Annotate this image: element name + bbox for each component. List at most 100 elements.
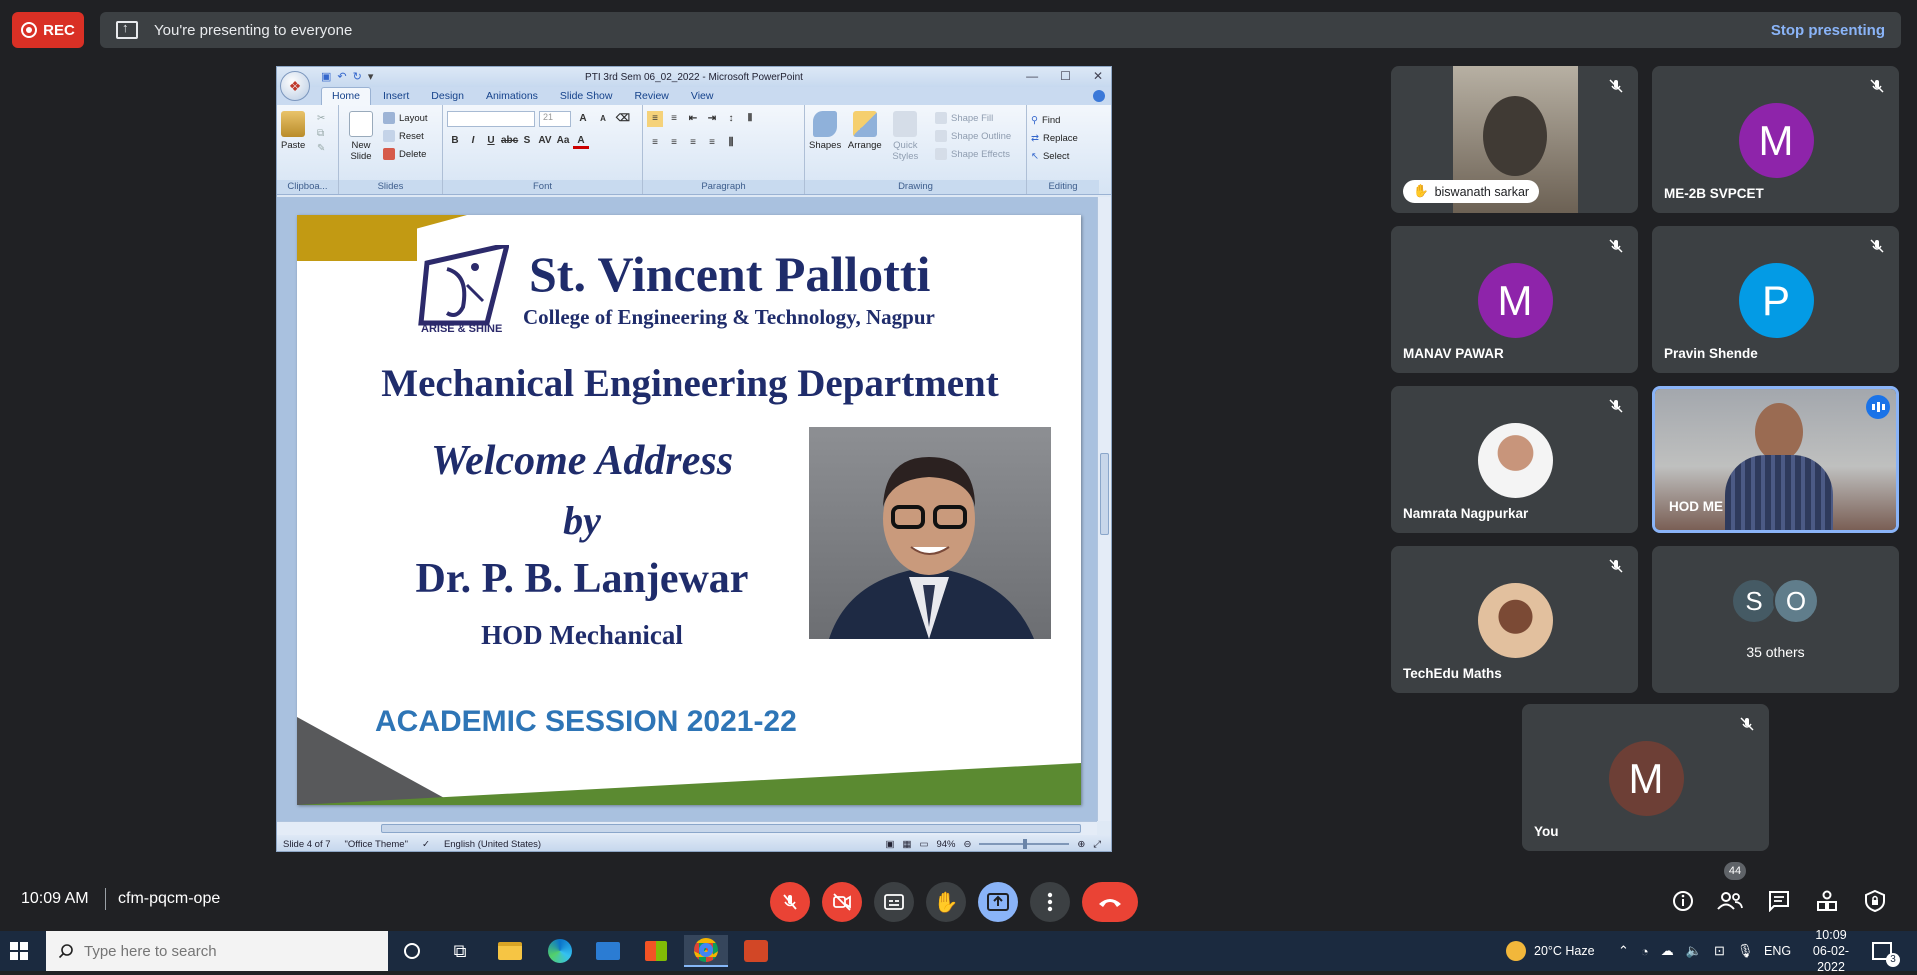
participant-tile[interactable]: P Pravin Shende bbox=[1652, 226, 1899, 373]
new-slide-button[interactable]: New Slide bbox=[343, 111, 379, 162]
tab-design[interactable]: Design bbox=[421, 88, 474, 105]
undo-icon[interactable]: ↶ bbox=[337, 70, 346, 83]
text-direction-icon[interactable]: ⫴ bbox=[742, 111, 758, 127]
tab-review[interactable]: Review bbox=[624, 88, 678, 105]
vertical-scroll-thumb[interactable] bbox=[1100, 453, 1109, 535]
shape-fill-button[interactable]: Shape Fill bbox=[935, 109, 1011, 127]
zoom-in-icon[interactable]: ⊕ bbox=[1077, 839, 1085, 850]
font-color-icon[interactable]: A bbox=[573, 133, 589, 149]
reset-button[interactable]: Reset bbox=[383, 127, 428, 145]
camera-toggle-button[interactable] bbox=[822, 882, 862, 922]
shapes-button[interactable]: Shapes bbox=[809, 111, 841, 151]
host-controls-button[interactable] bbox=[1858, 884, 1892, 918]
bold-icon[interactable]: B bbox=[447, 133, 463, 149]
bullets-icon[interactable]: ≡ bbox=[647, 111, 663, 127]
increase-indent-icon[interactable]: ⇥ bbox=[704, 111, 720, 127]
more-options-button[interactable] bbox=[1030, 882, 1070, 922]
quick-styles-button[interactable]: Quick Styles bbox=[888, 111, 922, 162]
cortana-icon[interactable] bbox=[390, 935, 434, 967]
raise-hand-button[interactable]: ✋ bbox=[926, 882, 966, 922]
show-hidden-icons[interactable]: ⌃ bbox=[1618, 943, 1629, 959]
participant-tile-active-speaker[interactable]: HOD ME bbox=[1652, 386, 1899, 533]
store-icon[interactable] bbox=[634, 935, 678, 967]
select-button[interactable]: ↖ Select bbox=[1031, 147, 1095, 165]
stop-presenting-button[interactable]: Stop presenting bbox=[1771, 22, 1885, 39]
notification-center[interactable]: 3 bbox=[1872, 931, 1900, 971]
activities-button[interactable] bbox=[1810, 884, 1844, 918]
camera-icon[interactable]: ⊡ bbox=[1714, 943, 1725, 959]
paste-button[interactable]: Paste bbox=[281, 111, 305, 151]
captions-button[interactable] bbox=[874, 882, 914, 922]
tab-view[interactable]: View bbox=[681, 88, 724, 105]
office-button[interactable]: ❖ bbox=[280, 71, 310, 101]
line-spacing-icon[interactable]: ↕ bbox=[723, 111, 739, 127]
participant-tile[interactable]: TechEdu Maths bbox=[1391, 546, 1638, 693]
italic-icon[interactable]: I bbox=[465, 133, 481, 149]
copy-icon[interactable]: ⧉ bbox=[317, 126, 325, 141]
close-icon[interactable]: ✕ bbox=[1093, 69, 1103, 83]
change-case-icon[interactable]: Aa bbox=[555, 133, 571, 149]
others-tile[interactable]: S O 35 others bbox=[1652, 546, 1899, 693]
align-center-icon[interactable]: ≡ bbox=[666, 135, 682, 151]
language-indicator[interactable]: ENG bbox=[1764, 931, 1791, 971]
edge-icon[interactable] bbox=[538, 935, 582, 967]
format-painter-icon[interactable]: ✎ bbox=[317, 141, 325, 156]
slideshow-view-icon[interactable]: ▭ bbox=[919, 839, 928, 850]
tab-home[interactable]: Home bbox=[321, 87, 372, 105]
zoom-level[interactable]: 94% bbox=[936, 839, 955, 850]
save-icon[interactable]: ▣ bbox=[321, 70, 331, 83]
fit-window-icon[interactable]: ⤢ bbox=[1093, 839, 1101, 850]
windows-start-icon[interactable] bbox=[10, 942, 28, 960]
microphone-icon[interactable]: 🎙 bbox=[1737, 943, 1754, 959]
volume-icon[interactable]: 🔈 bbox=[1686, 943, 1702, 959]
delete-button[interactable]: Delete bbox=[383, 145, 428, 163]
self-tile[interactable]: M You bbox=[1522, 704, 1769, 851]
file-explorer-icon[interactable] bbox=[488, 935, 532, 967]
align-right-icon[interactable]: ≡ bbox=[685, 135, 701, 151]
zoom-slider[interactable] bbox=[979, 839, 1070, 849]
layout-button[interactable]: Layout bbox=[383, 109, 428, 127]
minimize-icon[interactable]: — bbox=[1026, 69, 1038, 83]
participant-tile[interactable]: Namrata Nagpurkar bbox=[1391, 386, 1638, 533]
mic-toggle-button[interactable] bbox=[770, 882, 810, 922]
customize-qat-icon[interactable]: ▾ bbox=[368, 70, 374, 83]
numbering-icon[interactable]: ≡ bbox=[666, 111, 682, 127]
spacing-icon[interactable]: AV bbox=[537, 133, 553, 149]
justify-icon[interactable]: ≡ bbox=[704, 135, 720, 151]
weather-widget[interactable]: 20°C Haze bbox=[1506, 931, 1595, 971]
taskbar-clock[interactable]: 10:09 06-02-2022 bbox=[1800, 928, 1862, 974]
zoom-out-icon[interactable]: ⊖ bbox=[963, 839, 971, 850]
participant-tile[interactable]: ✋ biswanath sarkar bbox=[1391, 66, 1638, 213]
participant-tile[interactable]: M ME-2B SVPCET bbox=[1652, 66, 1899, 213]
font-size-box[interactable]: 21 bbox=[539, 111, 571, 127]
sorter-view-icon[interactable]: ▦ bbox=[902, 839, 911, 850]
leave-call-button[interactable] bbox=[1082, 882, 1138, 922]
maximize-icon[interactable]: ☐ bbox=[1060, 69, 1071, 83]
columns-icon[interactable]: ⫼ bbox=[723, 135, 739, 151]
font-name-box[interactable] bbox=[447, 111, 535, 127]
spellcheck-icon[interactable]: ✓ bbox=[422, 839, 430, 850]
mail-icon[interactable] bbox=[586, 935, 630, 967]
shrink-font-icon[interactable]: A bbox=[595, 111, 611, 127]
people-button[interactable] bbox=[1713, 884, 1747, 918]
wifi-icon[interactable]: ◔ bbox=[1641, 944, 1649, 959]
vertical-scrollbar[interactable] bbox=[1097, 197, 1111, 821]
shadow-icon[interactable]: S bbox=[519, 133, 535, 149]
underline-icon[interactable]: U bbox=[483, 133, 499, 149]
strikethrough-icon[interactable]: abc bbox=[501, 133, 518, 149]
slide[interactable]: ARISE & SHINE St. Vincent Pallotti Colle… bbox=[297, 215, 1081, 805]
meeting-details-button[interactable] bbox=[1666, 884, 1700, 918]
grow-font-icon[interactable]: A bbox=[575, 111, 591, 127]
shape-outline-button[interactable]: Shape Outline bbox=[935, 127, 1011, 145]
redo-icon[interactable]: ↻ bbox=[353, 70, 362, 83]
chat-button[interactable] bbox=[1762, 884, 1796, 918]
participant-tile[interactable]: M MANAV PAWAR bbox=[1391, 226, 1638, 373]
task-view-icon[interactable]: ⧉ bbox=[438, 935, 482, 967]
normal-view-icon[interactable]: ▣ bbox=[885, 839, 894, 850]
clear-format-icon[interactable]: ⌫ bbox=[615, 111, 631, 127]
present-button[interactable] bbox=[978, 882, 1018, 922]
shape-effects-button[interactable]: Shape Effects bbox=[935, 145, 1011, 163]
tab-insert[interactable]: Insert bbox=[373, 88, 419, 105]
powerpoint-taskbar-icon[interactable] bbox=[734, 935, 778, 967]
horizontal-scrollbar[interactable] bbox=[277, 821, 1097, 835]
